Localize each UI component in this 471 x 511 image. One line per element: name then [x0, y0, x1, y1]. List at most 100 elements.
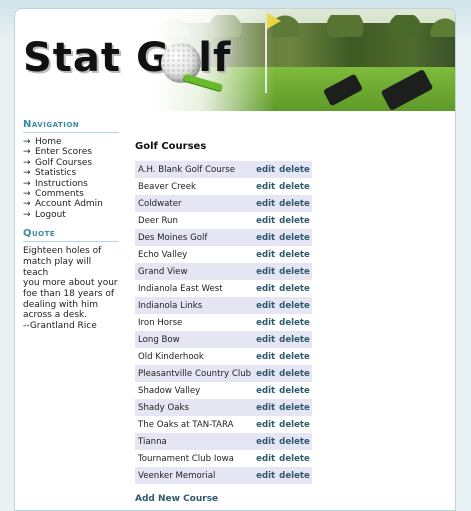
course-name: Echo Valley: [135, 246, 255, 263]
delete-link[interactable]: delete: [277, 331, 312, 348]
course-name: Tournament Club Iowa: [135, 450, 255, 467]
edit-link[interactable]: edit: [254, 246, 278, 263]
edit-link[interactable]: edit: [254, 399, 278, 416]
nav-item-comments[interactable]: → Comments: [23, 189, 119, 199]
course-name: Deer Run: [135, 212, 255, 229]
course-name: The Oaks at TAN-TARA: [135, 416, 255, 433]
page-title: Golf Courses: [135, 141, 207, 152]
edit-link[interactable]: edit: [254, 433, 278, 450]
delete-link[interactable]: delete: [277, 246, 312, 263]
delete-link[interactable]: delete: [277, 365, 312, 382]
delete-link[interactable]: delete: [277, 382, 312, 399]
nav-item-logout[interactable]: → Logout: [23, 210, 119, 220]
page-container: Stat Golf Navigation → Home → Enter Scores…: [14, 8, 456, 511]
course-name: A.H. Blank Golf Course: [135, 161, 255, 178]
course-name: Old Kinderhook: [135, 348, 255, 365]
course-name: Long Bow: [135, 331, 255, 348]
table-row: Tournament Club Iowa edit delete: [135, 450, 312, 467]
edit-link[interactable]: edit: [254, 161, 278, 178]
edit-link[interactable]: edit: [254, 450, 278, 467]
delete-link[interactable]: delete: [277, 161, 312, 178]
edit-link[interactable]: edit: [254, 280, 278, 297]
nav-item-statistics[interactable]: → Statistics: [23, 168, 119, 178]
delete-link[interactable]: delete: [277, 195, 312, 212]
edit-link[interactable]: edit: [254, 467, 278, 484]
edit-link[interactable]: edit: [254, 348, 278, 365]
table-row: Echo Valley edit delete: [135, 246, 312, 263]
delete-link[interactable]: delete: [277, 297, 312, 314]
edit-link[interactable]: edit: [254, 178, 278, 195]
edit-link[interactable]: edit: [254, 314, 278, 331]
delete-link[interactable]: delete: [277, 178, 312, 195]
delete-link[interactable]: delete: [277, 450, 312, 467]
delete-link[interactable]: delete: [277, 263, 312, 280]
nav-item-instructions[interactable]: → Instructions: [23, 179, 119, 189]
table-row: The Oaks at TAN-TARA edit delete: [135, 416, 312, 433]
edit-link[interactable]: edit: [254, 229, 278, 246]
table-row: Old Kinderhook edit delete: [135, 348, 312, 365]
table-row: Veenker Memorial edit delete: [135, 467, 312, 484]
table-row: Shady Oaks edit delete: [135, 399, 312, 416]
delete-link[interactable]: delete: [277, 348, 312, 365]
arrow-right-icon: →: [23, 157, 31, 168]
table-row: Long Bow edit delete: [135, 331, 312, 348]
edit-link[interactable]: edit: [254, 263, 278, 280]
course-name: Grand View: [135, 263, 255, 280]
delete-link[interactable]: delete: [277, 314, 312, 331]
table-row: Deer Run edit delete: [135, 212, 312, 229]
course-name: Tianna: [135, 433, 255, 450]
delete-link[interactable]: delete: [277, 467, 312, 484]
arrow-right-icon: →: [23, 137, 31, 147]
nav-item-account-admin[interactable]: → Account Admin: [23, 199, 119, 209]
edit-link[interactable]: edit: [254, 365, 278, 382]
course-name: Coldwater: [135, 195, 255, 212]
delete-link[interactable]: delete: [277, 280, 312, 297]
arrow-right-icon: →: [23, 147, 31, 158]
edit-link[interactable]: edit: [254, 212, 278, 229]
delete-link[interactable]: delete: [277, 229, 312, 246]
table-row: Coldwater edit delete: [135, 195, 312, 212]
nav-item-golf-courses[interactable]: → Golf Courses: [23, 158, 119, 168]
arrow-right-icon: →: [23, 168, 31, 179]
course-name: Indianola Links: [135, 297, 255, 314]
table-row: A.H. Blank Golf Course edit delete: [135, 161, 312, 178]
edit-link[interactable]: edit: [254, 331, 278, 348]
table-row: Indianola East West edit delete: [135, 280, 312, 297]
table-row: Iron Horse edit delete: [135, 314, 312, 331]
edit-link[interactable]: edit: [254, 416, 278, 433]
arrow-right-icon: →: [23, 178, 31, 189]
delete-link[interactable]: delete: [277, 416, 312, 433]
table-row: Pleasantville Country Club edit delete: [135, 365, 312, 382]
course-name: Veenker Memorial: [135, 467, 255, 484]
main-content: Golf Courses A.H. Blank Golf Course edit d…: [135, 141, 312, 504]
edit-link[interactable]: edit: [254, 382, 278, 399]
arrow-right-icon: →: [23, 209, 31, 220]
navigation-heading: Navigation: [23, 119, 119, 133]
nav-item-enter-scores[interactable]: → Enter Scores: [23, 147, 119, 157]
table-row: Tianna edit delete: [135, 433, 312, 450]
edit-link[interactable]: edit: [254, 297, 278, 314]
table-row: Shadow Valley edit delete: [135, 382, 312, 399]
delete-link[interactable]: delete: [277, 433, 312, 450]
courses-table: A.H. Blank Golf Course edit delete Beaver C…: [135, 161, 312, 484]
delete-link[interactable]: delete: [277, 212, 312, 229]
course-name: Des Moines Golf: [135, 229, 255, 246]
quote-heading: Quote: [23, 228, 119, 243]
edit-link[interactable]: edit: [254, 195, 278, 212]
table-row: Beaver Creek edit delete: [135, 178, 312, 195]
delete-link[interactable]: delete: [277, 399, 312, 416]
course-name: Beaver Creek: [135, 178, 255, 195]
course-name: Iron Horse: [135, 314, 255, 331]
table-row: Des Moines Golf edit delete: [135, 229, 312, 246]
arrow-right-icon: →: [23, 199, 31, 210]
course-name: Shadow Valley: [135, 382, 255, 399]
table-row: Indianola Links edit delete: [135, 297, 312, 314]
quote-text: Eighteen holes of match play will teach …: [23, 246, 118, 332]
arrow-right-icon: →: [23, 189, 31, 200]
sidebar: Navigation → Home → Enter Scores → Golf Cou…: [23, 119, 119, 332]
nav-item-home[interactable]: → Home: [23, 137, 119, 147]
header-banner: Stat Golf: [15, 9, 455, 111]
course-name: Indianola East West: [135, 280, 255, 297]
course-name: Shady Oaks: [135, 399, 255, 416]
add-new-course-link[interactable]: Add New Course: [135, 494, 305, 504]
